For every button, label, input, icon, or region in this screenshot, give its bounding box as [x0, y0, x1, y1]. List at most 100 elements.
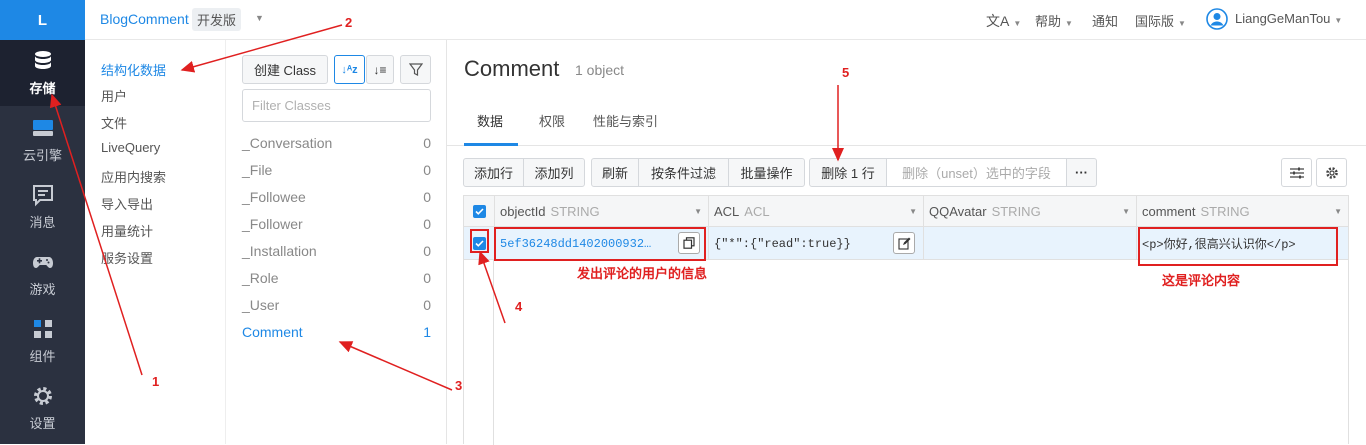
nav-settings[interactable]: 设置	[0, 375, 85, 441]
tab-data[interactable]: 数据	[477, 111, 503, 130]
class-count: 1	[423, 323, 431, 340]
column-settings-button[interactable]	[1281, 158, 1312, 187]
column-type: STRING	[1200, 204, 1250, 219]
nav-label: 组件	[29, 349, 56, 364]
delete-rows-button[interactable]: 删除 1 行	[809, 158, 887, 187]
chevron-down-icon[interactable]: ▼	[255, 13, 264, 23]
menu-item-service-settings[interactable]: 服务设置	[101, 248, 153, 267]
class-item-active[interactable]: Comment 1	[242, 318, 431, 345]
class-item[interactable]: _Followee 0	[242, 183, 431, 210]
unset-fields-button[interactable]: 删除（unset）选中的字段	[886, 158, 1067, 187]
user-menu[interactable]: LiangGeManTou ▼	[1235, 11, 1342, 26]
tab-performance-index[interactable]: 性能与索引	[593, 111, 658, 130]
nav-label: 消息	[29, 215, 56, 230]
select-all-checkbox[interactable]	[464, 196, 495, 227]
sort-alpha-icon: ↓ᴬᴢ	[341, 63, 358, 76]
cell-qqavatar[interactable]	[924, 227, 1137, 260]
menu-item-users[interactable]: 用户	[101, 86, 127, 105]
create-class-button[interactable]: 创建 Class	[242, 55, 328, 84]
caret-down-icon[interactable]: ▼	[1122, 207, 1130, 216]
class-name: _Installation	[242, 242, 317, 259]
column-header-qqavatar[interactable]: QQAvatar STRING ▼	[924, 196, 1137, 227]
sort-alpha-button[interactable]: ↓ᴬᴢ	[334, 55, 365, 84]
gamepad-icon	[32, 257, 53, 268]
nav-storage[interactable]: 存储	[0, 40, 85, 106]
highlight-box-checkbox	[470, 229, 489, 253]
class-name: _User	[242, 296, 280, 313]
sort-count-button[interactable]: ↓≡	[366, 55, 394, 84]
class-count: 0	[423, 161, 431, 178]
table-settings-button[interactable]	[1316, 158, 1347, 187]
class-item[interactable]: _Conversation 0	[242, 129, 431, 156]
menu-item-search[interactable]: 应用内搜索	[101, 167, 166, 186]
add-column-button[interactable]: 添加列	[523, 158, 585, 187]
notify-link[interactable]: 通知	[1092, 11, 1118, 30]
class-item[interactable]: _File 0	[242, 156, 431, 183]
menu-item-usage[interactable]: 用量统计	[101, 221, 153, 240]
language-menu[interactable]: 文A ▼	[986, 11, 1021, 31]
edit-icon	[897, 237, 910, 250]
nav-game[interactable]: 游戏	[0, 241, 85, 307]
column-type: STRING	[550, 204, 600, 219]
nav-components[interactable]: 组件	[0, 308, 85, 374]
nav-message[interactable]: 消息	[0, 174, 85, 240]
object-count: 1 object	[575, 62, 625, 78]
cell-acl[interactable]: {"*":{"read":true}}	[709, 227, 924, 260]
message-icon	[32, 185, 53, 207]
chevron-down-icon: ▼	[1065, 19, 1073, 28]
annotation-number-1: 1	[152, 374, 160, 389]
class-filter-input[interactable]	[242, 89, 431, 122]
top-bar: BlogComment 开发版 ▼ 文A ▼ 帮助 ▼ 通知 国际版 ▼ LiangG…	[85, 0, 1366, 40]
class-name: _Followee	[242, 188, 306, 205]
menu-item-files[interactable]: 文件	[101, 113, 127, 132]
nav-cloud-engine[interactable]: 云引擎	[0, 107, 85, 173]
caret-down-icon[interactable]: ▼	[1334, 207, 1342, 216]
menu-item-structured-data[interactable]: 结构化数据	[101, 60, 166, 79]
class-name: _Role	[242, 269, 279, 286]
filter-button[interactable]	[400, 55, 431, 84]
caret-down-icon[interactable]: ▼	[909, 207, 917, 216]
batch-operation-button[interactable]: 批量操作	[728, 158, 805, 187]
help-label: 帮助	[1035, 14, 1062, 29]
help-menu[interactable]: 帮助 ▼	[1035, 11, 1073, 30]
chevron-down-icon: ▼	[1178, 19, 1186, 28]
page-title: Comment	[464, 56, 560, 81]
translate-icon: 文A	[986, 13, 1010, 29]
user-name: LiangGeManTou	[1235, 11, 1331, 26]
annotation-number-3: 3	[455, 378, 463, 393]
edit-acl-button[interactable]	[893, 232, 915, 254]
nav-label: 存储	[29, 81, 56, 96]
app-name-link[interactable]: BlogComment	[100, 11, 189, 27]
column-header-acl[interactable]: ACL ACL ▼	[709, 196, 924, 227]
tab-permissions[interactable]: 权限	[539, 111, 565, 130]
class-item[interactable]: _Installation 0	[242, 237, 431, 264]
sort-lines-icon: ↓≡	[373, 62, 387, 77]
class-item[interactable]: _Role 0	[242, 264, 431, 291]
class-item[interactable]: _Follower 0	[242, 210, 431, 237]
caret-down-icon[interactable]: ▼	[694, 207, 702, 216]
row-gutter	[464, 260, 494, 445]
gear-icon	[1325, 166, 1338, 179]
refresh-button[interactable]: 刷新	[591, 158, 639, 187]
menu-item-livequery[interactable]: LiveQuery	[101, 140, 160, 155]
class-count: 0	[423, 242, 431, 259]
database-icon	[34, 51, 51, 69]
more-actions-button[interactable]: ···	[1066, 158, 1097, 187]
region-menu[interactable]: 国际版 ▼	[1135, 11, 1186, 30]
class-name: _Conversation	[242, 134, 333, 151]
env-badge: 开发版	[192, 8, 242, 31]
class-item[interactable]: _User 0	[242, 291, 431, 318]
column-name: comment	[1142, 204, 1196, 219]
nav-label: 云引擎	[22, 148, 62, 163]
user-avatar-icon[interactable]	[1206, 8, 1228, 30]
app-logo[interactable]: L	[0, 0, 85, 40]
class-name: _Follower	[242, 215, 303, 232]
column-header-comment[interactable]: comment STRING ▼	[1137, 196, 1348, 227]
filter-by-condition-button[interactable]: 按条件过滤	[638, 158, 729, 187]
column-header-objectid[interactable]: objectId STRING ▼	[495, 196, 709, 227]
menu-item-import-export[interactable]: 导入导出	[101, 194, 153, 213]
highlight-box-comment	[1138, 227, 1338, 266]
class-count: 0	[423, 296, 431, 313]
acl-value: {"*":{"read":true}}	[714, 236, 851, 251]
add-row-button[interactable]: 添加行	[463, 158, 524, 187]
